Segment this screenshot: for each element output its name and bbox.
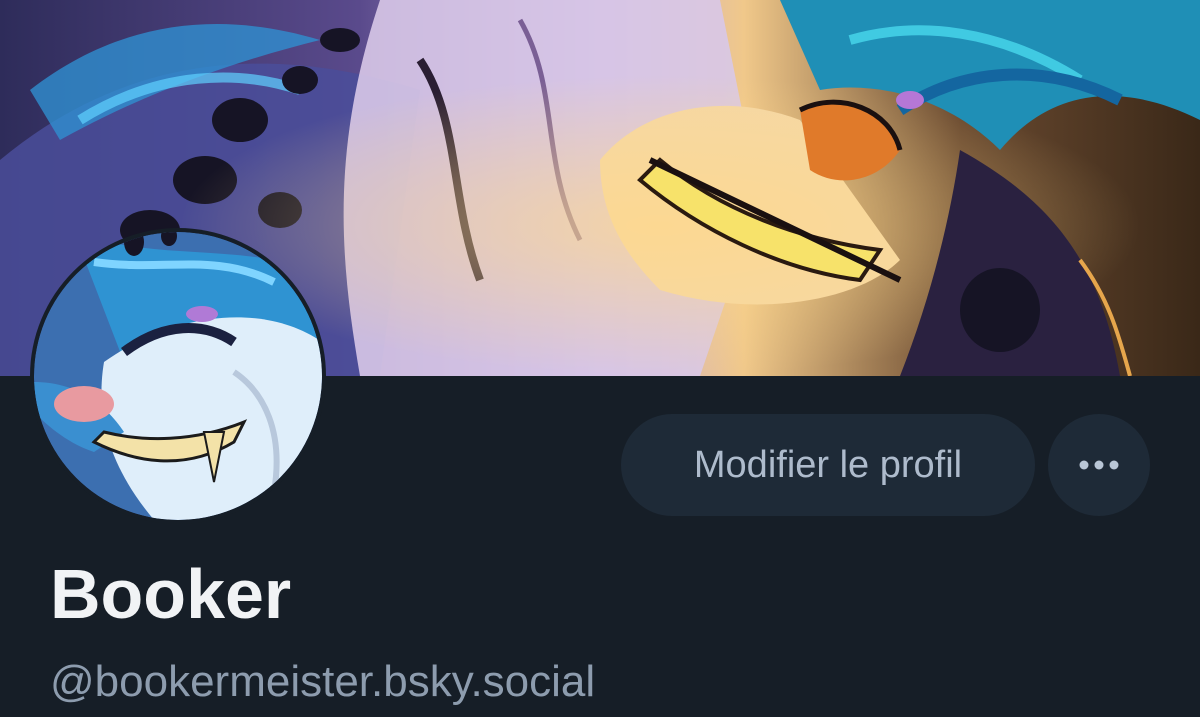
profile-handle: @bookermeister.bsky.social xyxy=(50,657,596,706)
avatar[interactable] xyxy=(34,232,322,520)
profile-page: Modifier le profil Booker @bookermeister… xyxy=(0,0,1200,717)
more-options-button[interactable] xyxy=(1048,414,1150,516)
ellipsis-horizontal-icon xyxy=(1079,460,1119,470)
profile-display-name: Booker xyxy=(50,555,292,633)
avatar-illustration xyxy=(34,232,322,520)
edit-profile-button[interactable]: Modifier le profil xyxy=(621,414,1035,516)
